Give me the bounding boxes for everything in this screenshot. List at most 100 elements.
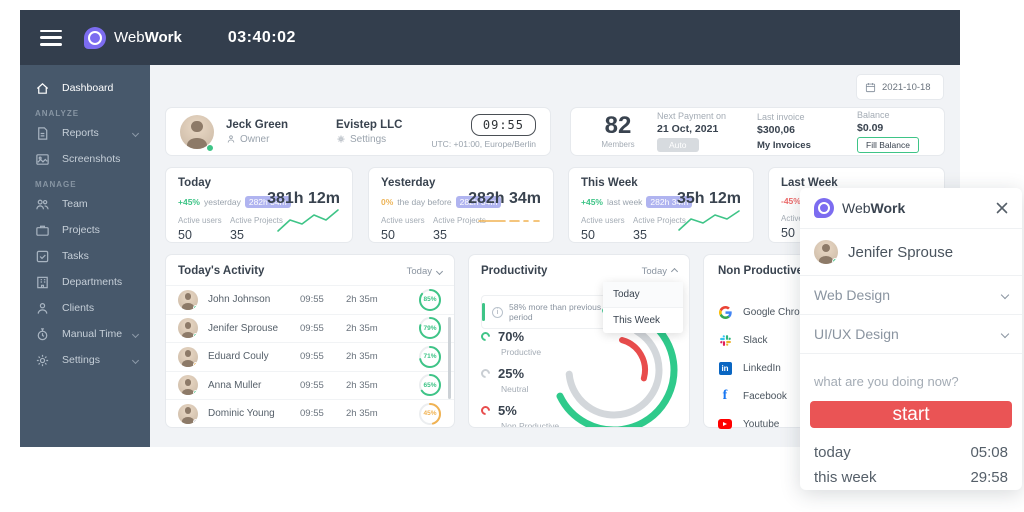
today-total-row: today05:08: [800, 440, 1022, 461]
sidebar-item-tasks[interactable]: Tasks: [20, 243, 150, 269]
menu-item-this-week[interactable]: This Week: [603, 308, 683, 333]
sidebar-item-settings[interactable]: Settings: [20, 347, 150, 373]
close-icon[interactable]: [996, 202, 1008, 214]
fill-balance-button[interactable]: Fill Balance: [857, 137, 919, 153]
timezone-label: UTC: +01:00, Europe/Berlin: [431, 139, 536, 149]
filter-dropdown-menu: Today This Week: [603, 282, 683, 333]
sidebar-item-projects[interactable]: Projects: [20, 217, 150, 243]
members-label: Members: [579, 140, 657, 149]
productivity-ring: 65%: [418, 373, 442, 397]
task-select[interactable]: UI/UX Design: [800, 315, 1022, 354]
user-card: Jeck Green Owner Evistep LLC Settings 09…: [165, 107, 551, 156]
change-percent: +45%: [581, 197, 603, 207]
sidebar-item-manual-time[interactable]: Manual Time: [20, 321, 150, 347]
tracker-brand: WebWork: [842, 200, 905, 216]
members-card: 82 Members Next Payment on 21 Oct, 2021 …: [570, 107, 945, 156]
change-percent: -45%: [781, 196, 801, 206]
user-role: Owner: [240, 134, 269, 145]
chevron-down-icon: [436, 267, 443, 274]
total-time: 381h 12m: [267, 190, 340, 208]
slack-icon: [718, 333, 732, 347]
home-icon: [35, 81, 50, 96]
sidebar-item-dashboard[interactable]: Dashboard: [20, 75, 150, 101]
week-total-row: this week29:58: [800, 465, 1022, 486]
work-timer-display: 09:55: [471, 114, 536, 136]
calendar-icon: [865, 82, 876, 93]
trend-line-chart: [477, 207, 541, 233]
productivity-ring: 85%: [418, 288, 442, 312]
briefcase-icon: [35, 223, 50, 238]
activity-description-input[interactable]: [800, 362, 1022, 397]
online-status-dot: [206, 144, 214, 152]
gear-icon: [35, 353, 50, 368]
non-productive-arc-icon: [479, 404, 492, 417]
total-time: 35h 12m: [677, 190, 741, 208]
stopwatch-icon: [35, 327, 50, 342]
sidebar-item-clients[interactable]: Clients: [20, 295, 150, 321]
owner-icon: [226, 134, 236, 144]
sidebar-item-departments[interactable]: Departments: [20, 269, 150, 295]
activity-row[interactable]: John Johnson 09:55 2h 35m 85%: [166, 285, 454, 314]
avatar: [178, 318, 198, 338]
company-name: Evistep LLC: [336, 119, 402, 131]
stat-card-this-week: This Week +45% last week 282h 34m 35h 12…: [568, 167, 754, 243]
facebook-icon: f: [718, 389, 732, 403]
client-icon: [35, 301, 50, 316]
start-button[interactable]: start: [810, 401, 1012, 428]
info-icon: i: [492, 307, 503, 318]
menu-item-today[interactable]: Today: [603, 282, 683, 308]
avatar: [814, 240, 838, 264]
productive-arc-icon: [479, 330, 492, 343]
sidebar: Dashboard ANALYZE Reports Screenshots MA…: [20, 65, 150, 447]
avatar: [178, 347, 198, 367]
card-title: Productivity: [481, 265, 547, 277]
report-icon: [35, 126, 50, 141]
scrollbar[interactable]: [448, 317, 451, 399]
team-icon: [35, 197, 50, 212]
activity-row[interactable]: Jenifer Sprouse 09:55 2h 35m 79%: [166, 314, 454, 343]
tasks-icon: [35, 249, 50, 264]
productivity-ring: 79%: [418, 316, 442, 340]
tracker-user-name: Jenifer Sprouse: [848, 244, 953, 261]
my-invoices-link[interactable]: My Invoices: [757, 140, 857, 151]
company-settings-link[interactable]: Settings: [336, 134, 402, 145]
activity-row[interactable]: Anna Muller 09:55 2h 35m 65%: [166, 371, 454, 400]
date-picker-value: 2021-10-18: [882, 82, 931, 93]
linkedin-icon: in: [718, 361, 732, 375]
sidebar-item-reports[interactable]: Reports: [20, 120, 150, 146]
sidebar-item-team[interactable]: Team: [20, 191, 150, 217]
activity-row[interactable]: Dominic Young 09:55 2h 35m 45%: [166, 399, 454, 428]
productivity-ring: 71%: [418, 345, 442, 369]
project-select[interactable]: Web Design: [800, 276, 1022, 315]
hamburger-menu-icon[interactable]: [40, 30, 62, 46]
webwork-logo-icon: [814, 198, 834, 218]
trend-line-chart: [276, 207, 340, 233]
change-percent: +45%: [178, 197, 200, 207]
chevron-down-icon: [1001, 291, 1009, 299]
card-title: Today's Activity: [178, 265, 264, 277]
sidebar-item-screenshots[interactable]: Screenshots: [20, 146, 150, 172]
avatar: [178, 290, 198, 310]
activity-filter-dropdown[interactable]: Today: [407, 266, 442, 277]
today-total-value: 05:08: [970, 444, 1008, 461]
screenshot-icon: [35, 152, 50, 167]
next-payment-date: 21 Oct, 2021: [657, 123, 757, 135]
sidebar-section-analyze: ANALYZE: [20, 101, 150, 120]
total-time: 282h 34m: [468, 190, 541, 208]
departments-icon: [35, 275, 50, 290]
webwork-logo-icon: [84, 27, 106, 49]
topbar: WebWork 03:40:02: [20, 10, 960, 65]
global-timer: 03:40:02: [228, 29, 296, 47]
chevron-down-icon: [1001, 330, 1009, 338]
google-icon: [718, 305, 732, 319]
productivity-filter-dropdown[interactable]: Today: [642, 266, 677, 277]
change-percent: 0%: [381, 197, 393, 207]
avatar: [178, 404, 198, 424]
gear-icon: [336, 134, 346, 144]
date-picker[interactable]: 2021-10-18: [856, 74, 944, 100]
auto-badge: Auto: [657, 138, 699, 152]
brand-name: WebWork: [114, 29, 182, 46]
productivity-card: Productivity Today Today This Week i 58%…: [468, 254, 690, 428]
youtube-icon: [718, 417, 732, 431]
activity-row[interactable]: Eduard Couly 09:55 2h 35m 71%: [166, 342, 454, 371]
